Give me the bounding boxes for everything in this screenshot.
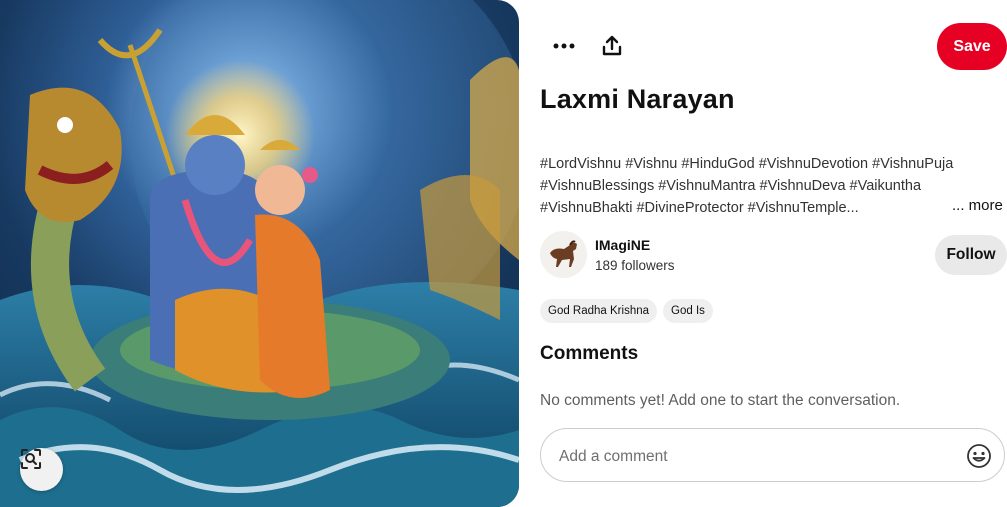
creator-profile: IMagiNE 189 followers Follow — [540, 231, 1007, 279]
share-icon — [602, 35, 622, 56]
tag-chip[interactable]: God Is — [663, 299, 713, 323]
show-more-link[interactable]: ... more — [952, 197, 1003, 214]
creator-name[interactable]: IMagiNE — [595, 237, 650, 253]
pin-artwork — [0, 0, 519, 507]
comment-box — [540, 428, 1005, 482]
visual-search-button[interactable] — [20, 448, 63, 491]
tag-chip[interactable]: God Radha Krishna — [540, 299, 658, 323]
horse-icon — [540, 231, 587, 278]
pin-image[interactable] — [0, 0, 519, 507]
emoji-button[interactable] — [966, 443, 992, 469]
follower-count: 189 followers — [595, 258, 675, 273]
comment-input[interactable] — [557, 443, 961, 471]
description-line: #VishnuBhakti #DivineProtector #VishnuTe… — [540, 200, 859, 216]
follow-button[interactable]: Follow — [935, 235, 1007, 275]
ellipsis-icon — [553, 43, 575, 49]
pin-title: Laxmi Narayan — [540, 84, 735, 114]
tag-list: God Radha Krishna God Is — [540, 299, 713, 323]
description-line: #LordVishnu #Vishnu #HinduGod #VishnuDev… — [540, 156, 954, 172]
more-options-button[interactable] — [542, 24, 586, 68]
no-comments-text: No comments yet! Add one to start the co… — [540, 392, 901, 409]
pin-description: #LordVishnu #Vishnu #HinduGod #VishnuDev… — [540, 153, 990, 219]
share-button[interactable] — [590, 24, 634, 68]
save-button[interactable]: Save — [937, 23, 1007, 70]
creator-avatar[interactable] — [540, 231, 587, 278]
emoji-icon — [967, 444, 991, 468]
comments-heading: Comments — [540, 343, 639, 364]
description-line: #VishnuBlessings #VishnuMantra #VishnuDe… — [540, 178, 922, 194]
pin-toolbar: Save — [540, 22, 1007, 70]
visual-search-icon — [21, 449, 41, 469]
